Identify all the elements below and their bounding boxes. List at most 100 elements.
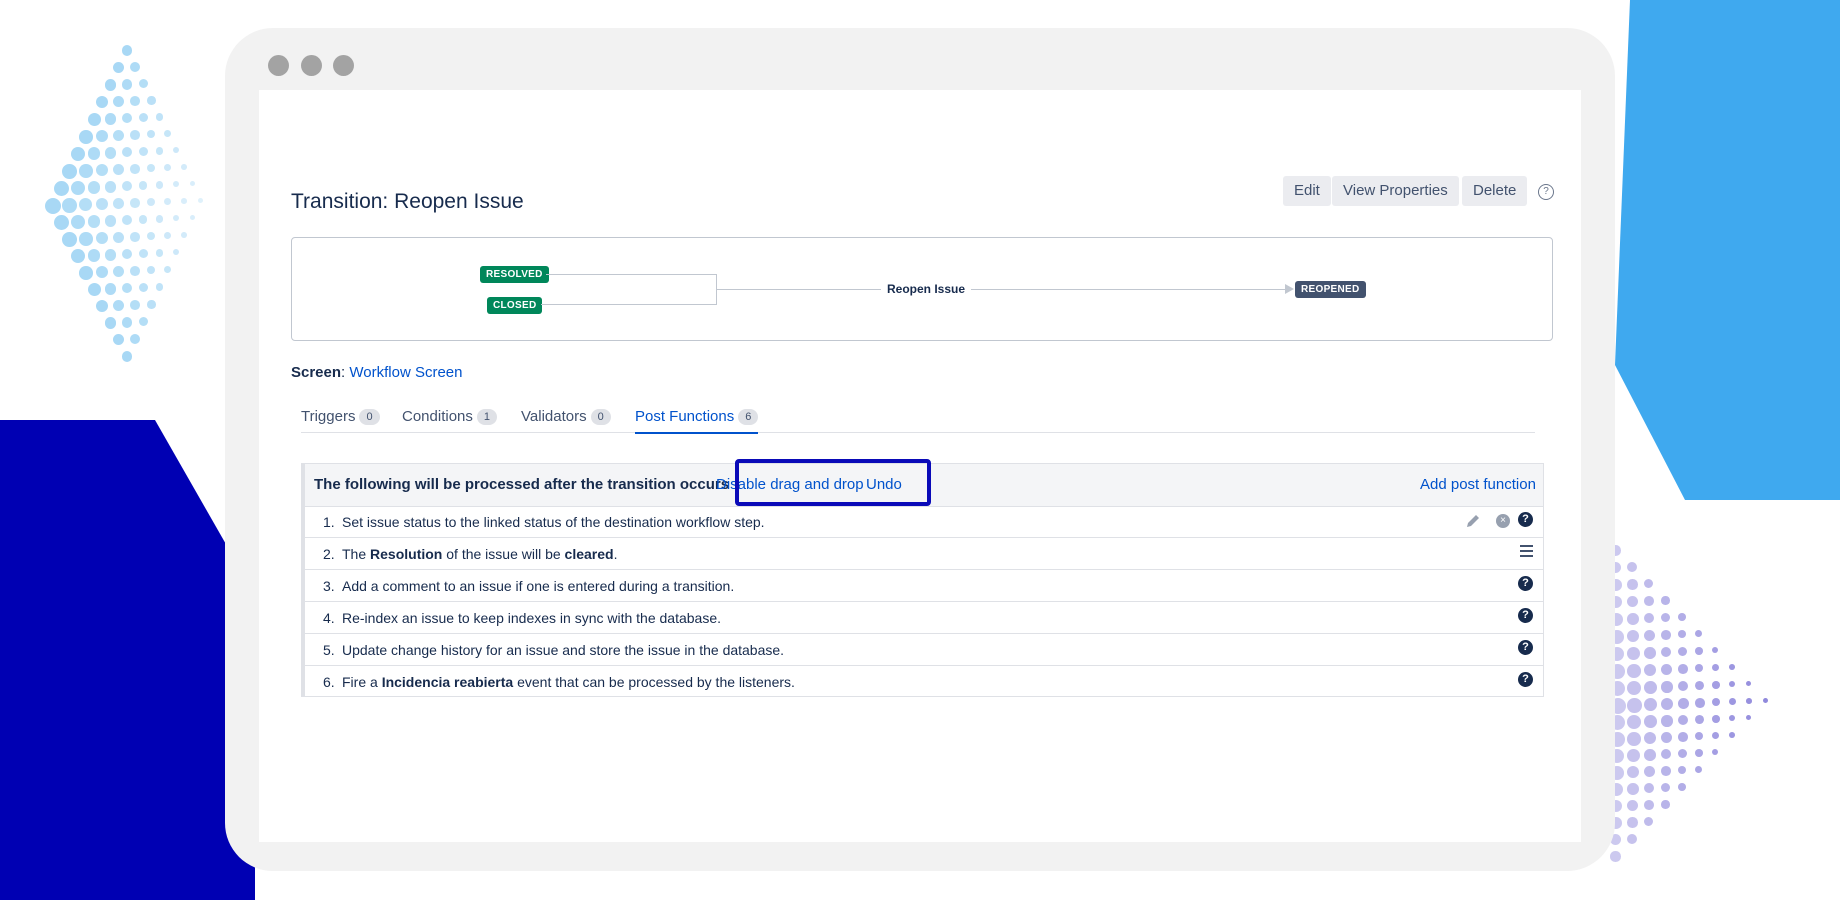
row-text: Add a comment to an issue if one is ente…: [342, 578, 735, 594]
question-icon[interactable]: ?: [1518, 672, 1533, 687]
decorative-dot: [1678, 783, 1686, 791]
decorative-dot: [1610, 851, 1621, 862]
post-function-row[interactable]: 3. Add a comment to an issue if one is e…: [305, 570, 1543, 602]
decorative-dot: [1678, 647, 1687, 656]
decorative-dot: [96, 130, 109, 143]
decorative-dot: [172, 215, 179, 222]
tab-post-functions[interactable]: Post Functions 6: [635, 408, 759, 434]
decorative-dot: [1661, 783, 1671, 793]
help-icon[interactable]: ?: [1538, 184, 1554, 200]
decorative-dot: [113, 62, 125, 74]
question-icon[interactable]: ?: [1518, 640, 1533, 655]
decorative-dot: [79, 266, 93, 280]
decorative-dot: [121, 113, 132, 124]
post-function-row[interactable]: 4. Re-index an issue to keep indexes in …: [305, 602, 1543, 634]
post-function-row[interactable]: 2. The Resolution of the issue will be c…: [305, 538, 1543, 570]
decorative-dot: [121, 283, 132, 294]
decorative-dot: [113, 300, 125, 312]
connector-line: [541, 304, 716, 305]
tab-conditions[interactable]: Conditions 1: [402, 408, 498, 432]
post-function-row[interactable]: 5. Update change history for an issue an…: [305, 634, 1543, 666]
decorative-dot: [1644, 681, 1657, 694]
window-control-maximize[interactable]: [333, 55, 354, 76]
decorative-dot: [138, 215, 148, 224]
decorative-dot: [138, 317, 148, 327]
add-post-function-link[interactable]: Add post function: [1420, 476, 1536, 493]
tab-triggers[interactable]: Triggers 0: [301, 408, 380, 432]
edit-button[interactable]: Edit: [1283, 176, 1331, 206]
highlight-box: [735, 459, 931, 506]
post-functions-table: The following will be processed after th…: [301, 459, 1544, 697]
decorative-dot: [1627, 766, 1640, 779]
decorative-dot: [104, 113, 117, 125]
question-icon[interactable]: ?: [1518, 512, 1533, 527]
decorative-dot: [53, 181, 69, 197]
post-function-row[interactable]: 1. Set issue status to the linked status…: [305, 506, 1543, 538]
decorative-dot: [155, 181, 164, 189]
decorative-dot: [1712, 732, 1719, 739]
window-control-minimize[interactable]: [301, 55, 322, 76]
decorative-dot: [1712, 681, 1720, 689]
screen-separator: :: [341, 364, 346, 381]
decorative-dot: [96, 300, 109, 313]
post-function-row[interactable]: 6. Fire a Incidencia reabierta event tha…: [305, 666, 1543, 697]
page-content: Transition: Reopen Issue Edit View Prope…: [259, 90, 1581, 842]
decorative-dot: [189, 215, 195, 220]
decorative-dot: [1627, 800, 1639, 812]
decorative-dot: [138, 113, 148, 123]
decorative-dot: [1695, 732, 1704, 741]
decorative-dot: [138, 283, 148, 293]
row-number: 3.: [323, 578, 335, 594]
drag-handle-icon[interactable]: [1520, 545, 1533, 560]
connector-arrow: [1285, 284, 1294, 294]
decorative-dot: [1695, 698, 1705, 708]
decorative-dot: [155, 283, 164, 291]
delete-circle-icon[interactable]: ×: [1496, 514, 1510, 528]
edit-pencil-icon[interactable]: [1465, 513, 1481, 529]
decorative-dot: [1627, 834, 1637, 844]
decorative-dot: [1661, 664, 1672, 675]
decorative-dot: [113, 334, 125, 346]
decorative-dot: [130, 334, 140, 344]
tab-validators[interactable]: Validators 0: [521, 408, 611, 432]
decorative-dot: [138, 79, 148, 89]
decorative-dot: [130, 130, 140, 140]
decorative-dot: [87, 113, 101, 126]
decorative-dot: [1763, 698, 1768, 703]
question-icon[interactable]: ?: [1518, 576, 1533, 591]
decorative-dot: [1644, 715, 1657, 728]
question-icon[interactable]: ?: [1518, 608, 1533, 623]
decorative-dot: [1644, 732, 1657, 745]
window-control-close[interactable]: [268, 55, 289, 76]
screen-link[interactable]: Workflow Screen: [349, 364, 462, 381]
row-text: The Resolution of the issue will be clea…: [342, 546, 618, 562]
decorative-dot: [198, 198, 203, 203]
decorative-dot: [130, 96, 140, 106]
decorative-dot: [1729, 681, 1736, 688]
decorative-dot: [155, 249, 164, 257]
decorative-dot: [113, 130, 124, 141]
connector-line: [546, 274, 716, 275]
decorative-dot: [1712, 698, 1721, 707]
view-properties-button[interactable]: View Properties: [1332, 176, 1459, 206]
decorative-dot: [172, 249, 179, 256]
decorative-dot: [1627, 715, 1642, 730]
decorative-dot: [1729, 732, 1735, 738]
decorative-dot: [130, 164, 140, 174]
decorative-dots-right: [1610, 545, 1790, 865]
page-title: Transition: Reopen Issue: [291, 190, 524, 213]
decorative-dot: [1712, 715, 1720, 723]
delete-button[interactable]: Delete: [1462, 176, 1528, 206]
tab-count-badge: 6: [738, 409, 759, 425]
decorative-dot: [1644, 800, 1654, 810]
decorative-dot: [1627, 817, 1638, 828]
decorative-dot: [104, 249, 117, 261]
decorative-dot: [155, 215, 164, 223]
decorative-dot: [1661, 681, 1673, 693]
decorative-dot: [138, 249, 148, 258]
decorative-dot: [104, 147, 117, 159]
decorative-dot: [1695, 664, 1704, 673]
row-number: 6.: [323, 674, 335, 690]
decorative-dot: [104, 215, 116, 227]
status-lozenge-resolved: RESOLVED: [480, 266, 549, 283]
